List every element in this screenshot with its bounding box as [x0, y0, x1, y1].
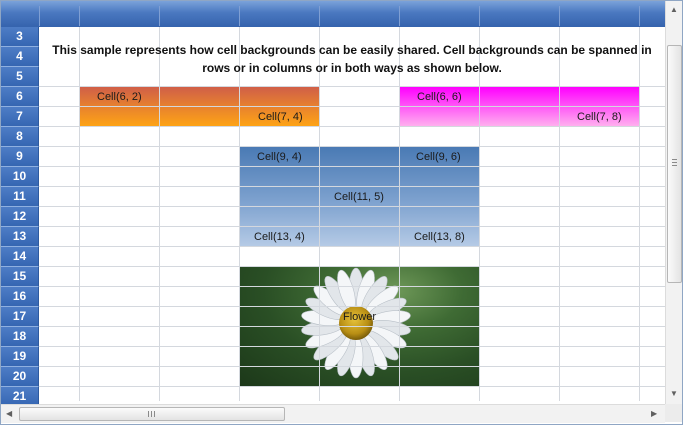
row-header-15[interactable]: 15: [1, 267, 39, 287]
scroll-left-arrow-icon[interactable]: ◀: [6, 409, 12, 419]
flower-picture: [301, 267, 411, 379]
cell-label-9-4: Cell(9, 4): [257, 151, 302, 163]
cell-label-7-8: Cell(7, 8): [577, 111, 622, 123]
description-line-2: rows or in columns or in both ways as sh…: [202, 61, 502, 75]
row-header-14[interactable]: 14: [1, 247, 39, 267]
row-header-19[interactable]: 19: [1, 347, 39, 367]
row-header-20[interactable]: 20: [1, 367, 39, 387]
vertical-scrollbar[interactable]: ▲ ▼: [665, 1, 682, 404]
row-header-column: 3 4 5 6 7 8 9 10 11 12 13 14 15 16 17 18 19 20 21: [1, 27, 39, 407]
row-header-16[interactable]: 16: [1, 287, 39, 307]
row-header-8[interactable]: 8: [1, 127, 39, 147]
cell-label-9-6: Cell(9, 6): [416, 151, 461, 163]
row-header-4[interactable]: 4: [1, 47, 39, 67]
row-header-5[interactable]: 5: [1, 67, 39, 87]
cell-label-11-5: Cell(11, 5): [334, 191, 384, 203]
cell-label-6-6: Cell(6, 6): [417, 91, 462, 103]
scroll-down-arrow-icon[interactable]: ▼: [670, 389, 678, 399]
cell-label-7-4: Cell(7, 4): [258, 111, 303, 123]
horizontal-scrollbar[interactable]: ◀ ▶: [1, 404, 665, 423]
horizontal-scroll-thumb[interactable]: [19, 407, 285, 421]
scroll-up-arrow-icon[interactable]: ▲: [670, 5, 678, 15]
vertical-scroll-thumb[interactable]: [667, 45, 682, 283]
row-header-9[interactable]: 9: [1, 147, 39, 167]
sample-description: This sample represents how cell backgrou…: [39, 41, 665, 77]
row-header-13[interactable]: 13: [1, 227, 39, 247]
row-header-10[interactable]: 10: [1, 167, 39, 187]
description-line-1: This sample represents how cell backgrou…: [52, 43, 652, 57]
flower-label: Flower: [343, 311, 377, 323]
cell-label-13-4: Cell(13, 4): [254, 231, 305, 243]
row-header-6[interactable]: 6: [1, 87, 39, 107]
flower-image-background[interactable]: [240, 267, 480, 387]
row-header-11[interactable]: 11: [1, 187, 39, 207]
scrollbar-corner: [665, 404, 682, 422]
row-header-7[interactable]: 7: [1, 107, 39, 127]
row-header-12[interactable]: 12: [1, 207, 39, 227]
cell-grid[interactable]: This sample represents how cell backgrou…: [39, 27, 665, 401]
row-header-18[interactable]: 18: [1, 327, 39, 347]
cell-label-6-2: Cell(6, 2): [97, 91, 142, 103]
scroll-right-arrow-icon[interactable]: ▶: [651, 409, 657, 419]
cell-label-13-8: Cell(13, 8): [414, 231, 465, 243]
spreadsheet-window: 3 4 5 6 7 8 9 10 11 12 13 14 15 16 17 18 19 20 21: [0, 0, 683, 425]
row-header-3[interactable]: 3: [1, 27, 39, 47]
row-header-17[interactable]: 17: [1, 307, 39, 327]
column-header-bar[interactable]: [1, 1, 665, 27]
